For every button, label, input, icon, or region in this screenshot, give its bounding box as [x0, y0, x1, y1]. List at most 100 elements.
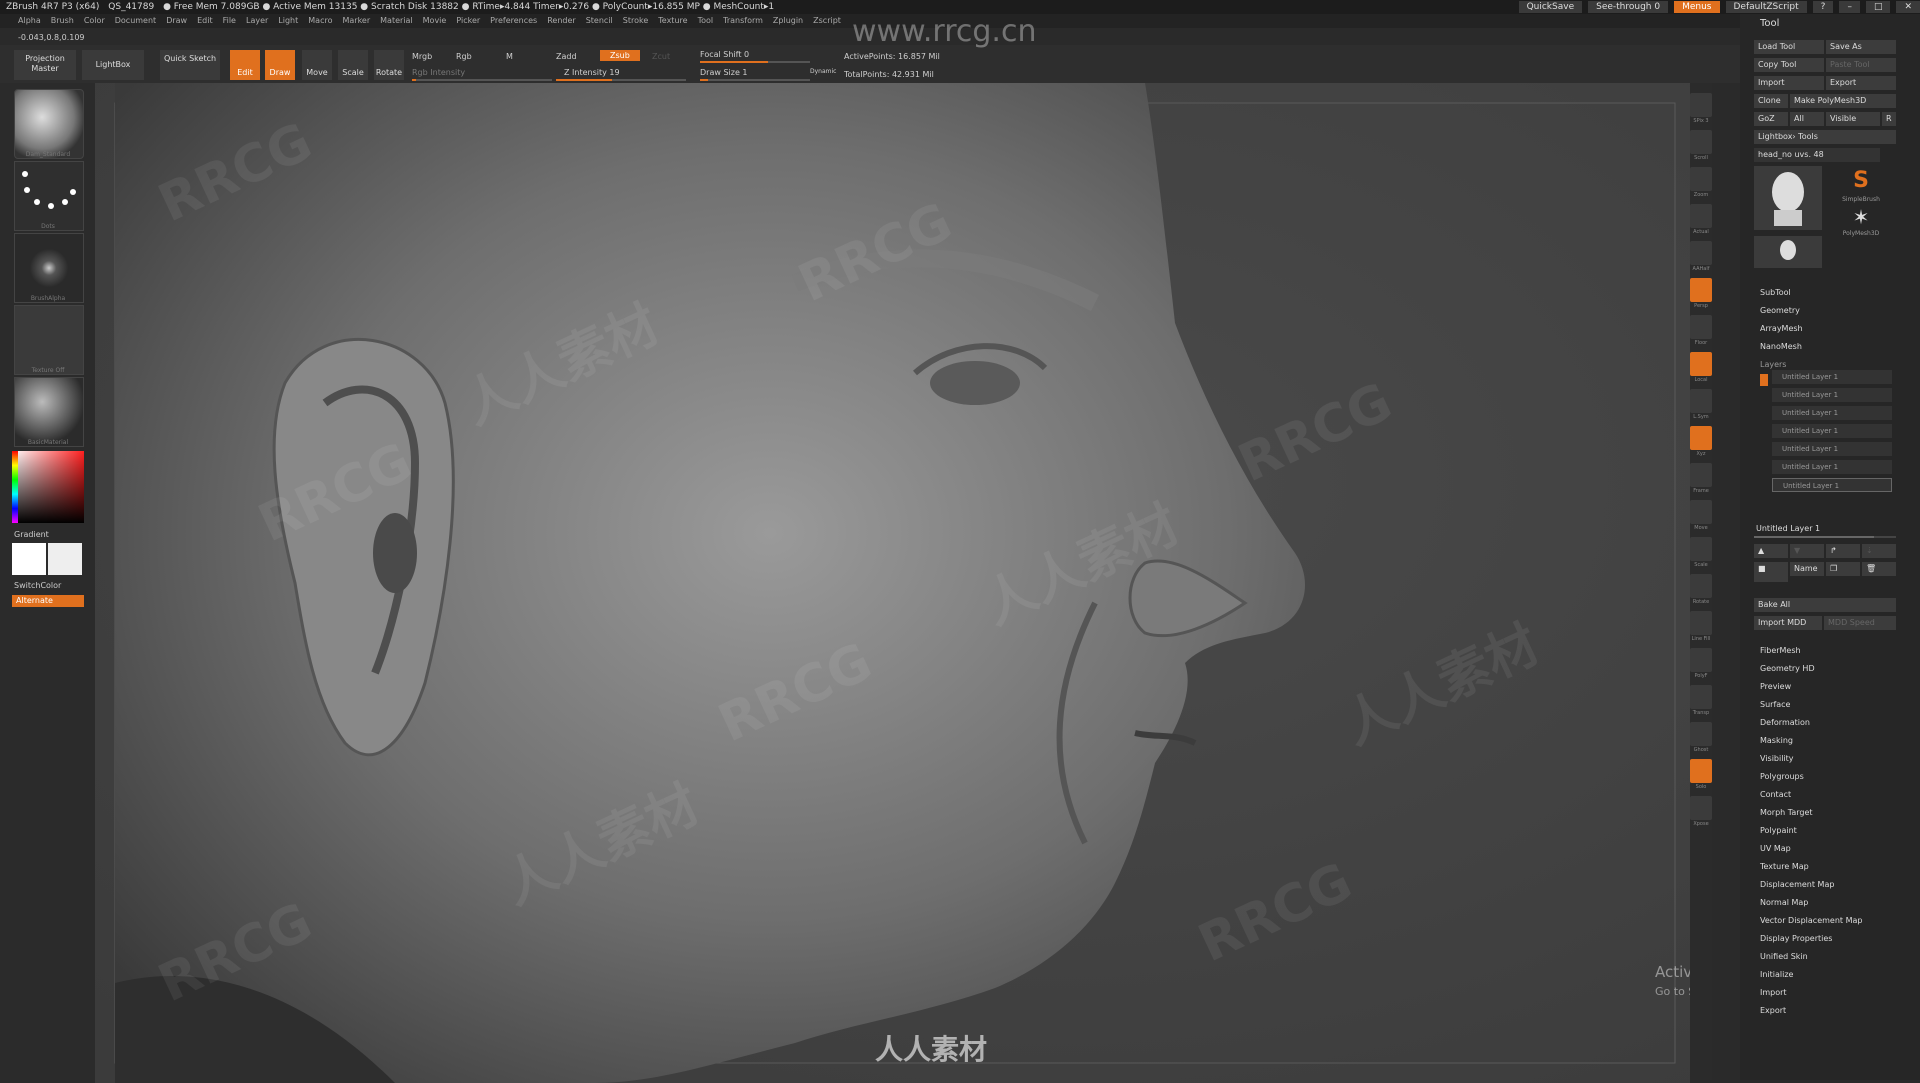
main-color-swatch[interactable] [12, 543, 46, 575]
layer-new-icon[interactable]: ■ [1754, 562, 1788, 582]
section-layers[interactable]: Layers [1760, 360, 1786, 370]
zadd-button[interactable]: Zadd [556, 52, 577, 61]
goz-visible-button[interactable]: Visible [1826, 112, 1880, 126]
menu-light[interactable]: Light [278, 14, 298, 28]
material-thumbnail[interactable] [14, 377, 84, 447]
menu-marker[interactable]: Marker [342, 14, 370, 28]
view-local-button[interactable] [1690, 352, 1712, 376]
edit-button[interactable]: Edit [230, 50, 260, 80]
stroke-thumbnail[interactable] [14, 161, 84, 231]
current-layer-slider[interactable]: Untitled Layer 1 [1756, 524, 1820, 534]
section-polypaint[interactable]: Polypaint [1760, 826, 1797, 836]
menu-edit[interactable]: Edit [197, 14, 213, 28]
section-masking[interactable]: Masking [1760, 736, 1793, 746]
menu-picker[interactable]: Picker [456, 14, 480, 28]
paste-tool-button[interactable]: Paste Tool [1826, 58, 1896, 72]
rgb-intensity-slider[interactable]: Rgb Intensity [412, 68, 465, 77]
zcut-button[interactable]: Zcut [652, 52, 670, 61]
brush-thumbnail[interactable] [14, 89, 84, 159]
view-line-fill-button[interactable] [1690, 611, 1712, 635]
menu-layer[interactable]: Layer [246, 14, 268, 28]
section-unified-skin[interactable]: Unified Skin [1760, 952, 1808, 962]
quicksave-button[interactable]: QuickSave [1518, 1, 1583, 13]
section-texture-map[interactable]: Texture Map [1760, 862, 1809, 872]
load-tool-button[interactable]: Load Tool [1754, 40, 1824, 54]
view-xyz-button[interactable] [1690, 426, 1712, 450]
simplebrush-icon[interactable]: S [1826, 166, 1896, 196]
menu-texture[interactable]: Texture [658, 14, 687, 28]
view-transp-button[interactable] [1690, 685, 1712, 709]
see-through-slider[interactable]: See-through 0 [1588, 1, 1669, 13]
draw-button[interactable]: Draw [265, 50, 295, 80]
section-initialize[interactable]: Initialize [1760, 970, 1793, 980]
tool-thumb-head-small[interactable] [1754, 236, 1822, 268]
current-tool-slider[interactable]: head_no uvs. 48 [1754, 148, 1880, 162]
section-import[interactable]: Import [1760, 988, 1787, 998]
section-subtool[interactable]: SubTool [1760, 288, 1791, 298]
menu-zscript[interactable]: Zscript [813, 14, 841, 28]
menu-movie[interactable]: Movie [423, 14, 447, 28]
hue-strip[interactable] [12, 451, 18, 523]
scale-button[interactable]: Scale [338, 50, 368, 80]
section-geometry[interactable]: Geometry [1760, 306, 1800, 316]
layer-down-icon[interactable]: ▼ [1790, 544, 1824, 558]
view-zoom-button[interactable] [1690, 167, 1712, 191]
view-floor-button[interactable] [1690, 315, 1712, 339]
layer-row[interactable]: Untitled Layer 1 [1772, 478, 1892, 492]
quick-sketch-button[interactable]: Quick Sketch [160, 50, 220, 80]
section-geometry-hd[interactable]: Geometry HD [1760, 664, 1815, 674]
menu-document[interactable]: Document [115, 14, 156, 28]
menu-render[interactable]: Render [547, 14, 575, 28]
help-icon[interactable]: ? [1812, 1, 1834, 13]
layer-name-button[interactable]: Name [1790, 562, 1824, 576]
menu-color[interactable]: Color [84, 14, 105, 28]
minimize-icon[interactable]: – [1839, 1, 1860, 13]
layer-row[interactable]: Untitled Layer 1 [1772, 406, 1892, 420]
section-deformation[interactable]: Deformation [1760, 718, 1810, 728]
goz-button[interactable]: GoZ [1754, 112, 1788, 126]
view-ghost-button[interactable] [1690, 722, 1712, 746]
save-as-button[interactable]: Save As [1826, 40, 1896, 54]
bake-all-button[interactable]: Bake All [1754, 598, 1896, 612]
alternate-button[interactable]: Alternate [12, 595, 84, 607]
section-visibility[interactable]: Visibility [1760, 754, 1794, 764]
menu-stencil[interactable]: Stencil [586, 14, 613, 28]
view-polyf-button[interactable] [1690, 648, 1712, 672]
section-export[interactable]: Export [1760, 1006, 1786, 1016]
section-nanomesh[interactable]: NanoMesh [1760, 342, 1802, 352]
section-morph-target[interactable]: Morph Target [1760, 808, 1813, 818]
menu-tool[interactable]: Tool [698, 14, 714, 28]
layer-split-icon[interactable]: ↱ [1826, 544, 1860, 558]
texture-thumbnail[interactable] [14, 305, 84, 375]
focal-shift-track[interactable] [700, 61, 810, 63]
mdd-speed-slider[interactable]: MDD Speed [1824, 616, 1896, 630]
lightbox-tools-button[interactable]: Lightbox› Tools [1754, 130, 1896, 144]
view-spix-3-button[interactable] [1690, 93, 1712, 117]
layer-row[interactable]: Untitled Layer 1 [1772, 442, 1892, 456]
section-displacement-map[interactable]: Displacement Map [1760, 880, 1834, 890]
layer-row[interactable]: Untitled Layer 1 [1772, 424, 1892, 438]
layer-row[interactable]: Untitled Layer 1 [1772, 370, 1892, 384]
layer-row[interactable]: Untitled Layer 1 [1772, 460, 1892, 474]
projection-master-button[interactable]: Projection Master [14, 50, 76, 80]
clone-button[interactable]: Clone [1754, 94, 1788, 108]
lightbox-button[interactable]: LightBox [82, 50, 144, 80]
view-scale-button[interactable] [1690, 537, 1712, 561]
layer-row[interactable]: Untitled Layer 1 [1772, 388, 1892, 402]
z-intensity-track[interactable] [556, 79, 686, 81]
view-scroll-button[interactable] [1690, 130, 1712, 154]
menu-material[interactable]: Material [380, 14, 413, 28]
draw-size-track[interactable] [700, 79, 810, 81]
menu-zplugin[interactable]: Zplugin [773, 14, 803, 28]
menu-alpha[interactable]: Alpha [18, 14, 41, 28]
gradient-label[interactable]: Gradient [14, 530, 49, 539]
section-polygroups[interactable]: Polygroups [1760, 772, 1804, 782]
section-display-properties[interactable]: Display Properties [1760, 934, 1832, 944]
view-frame-button[interactable] [1690, 463, 1712, 487]
view-l-sym-button[interactable] [1690, 389, 1712, 413]
view-xpose-button[interactable] [1690, 796, 1712, 820]
maximize-icon[interactable]: □ [1865, 1, 1891, 13]
section-uv-map[interactable]: UV Map [1760, 844, 1791, 854]
menu-brush[interactable]: Brush [51, 14, 74, 28]
section-normal-map[interactable]: Normal Map [1760, 898, 1808, 908]
